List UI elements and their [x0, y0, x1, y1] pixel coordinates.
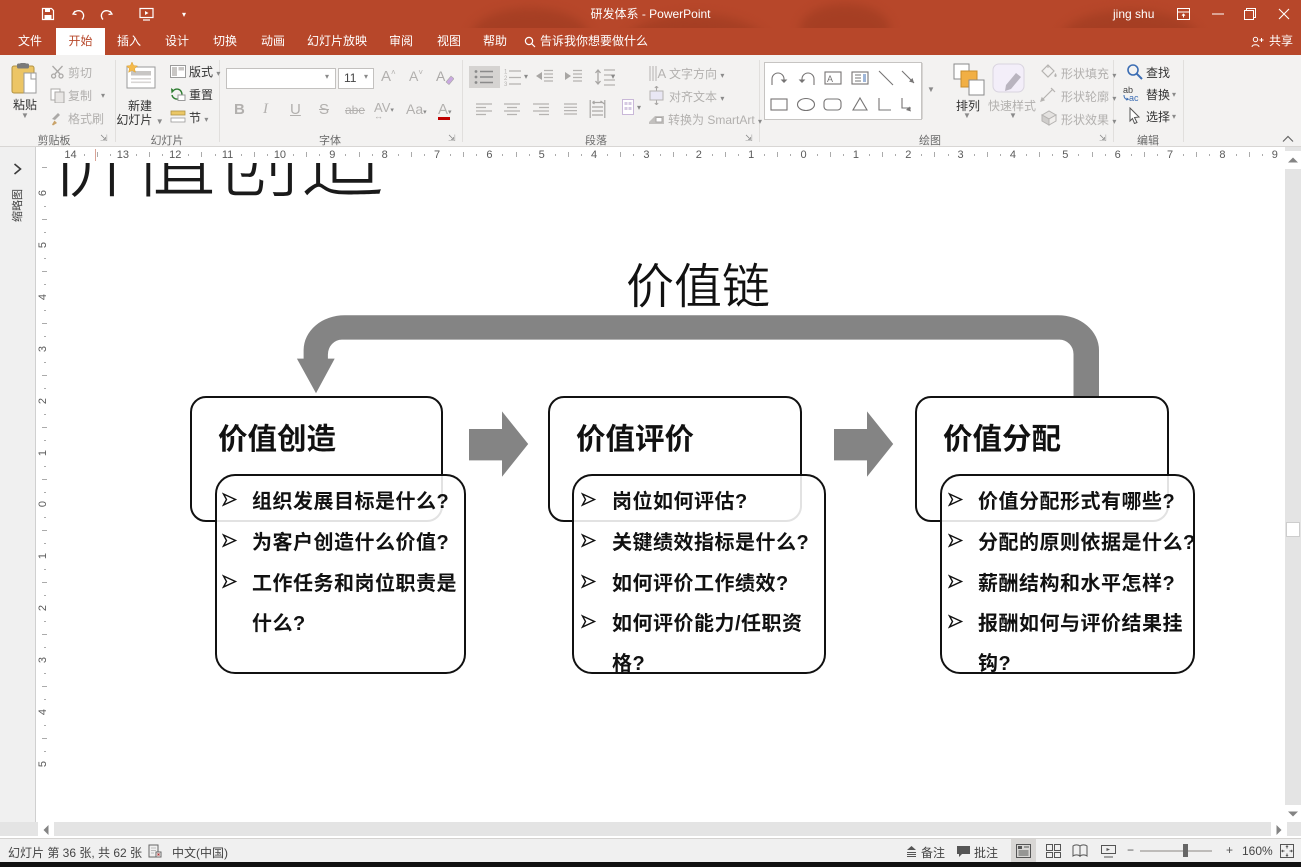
svg-text:3: 3 — [504, 82, 508, 86]
svg-text:A: A — [827, 74, 833, 84]
svg-text:A: A — [436, 68, 446, 84]
svg-text:ac: ac — [1129, 93, 1139, 102]
svg-text:1: 1 — [504, 70, 508, 76]
svg-text:A: A — [658, 66, 667, 81]
